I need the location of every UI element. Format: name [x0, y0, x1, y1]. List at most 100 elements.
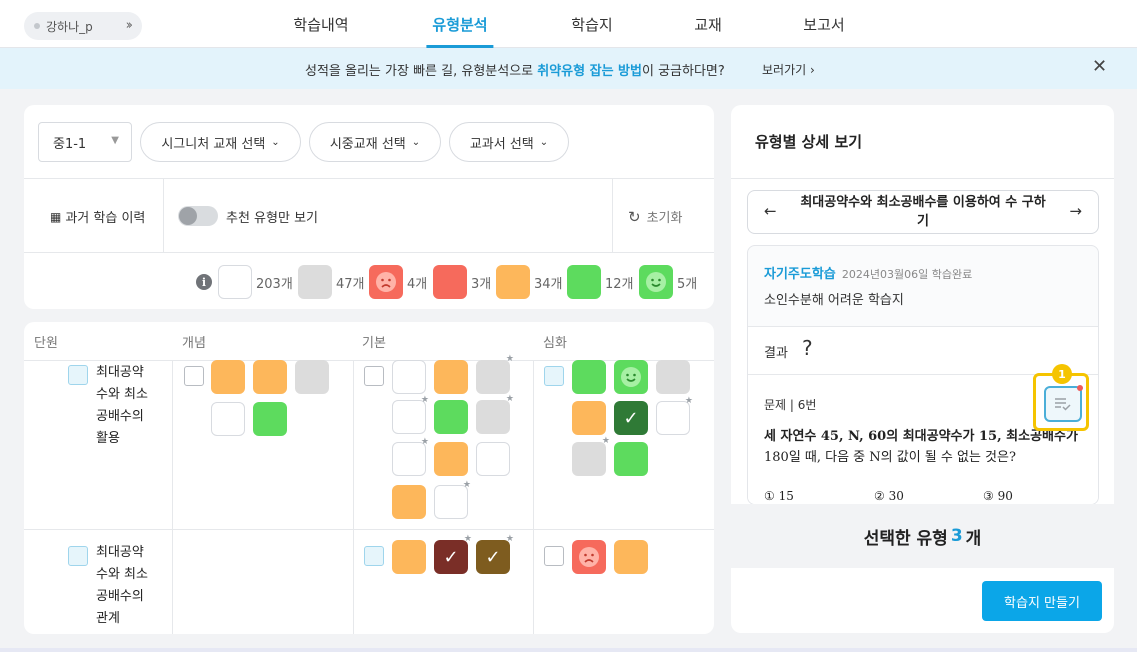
close-icon[interactable]: ✕: [1092, 56, 1107, 77]
unit-checkbox[interactable]: [68, 365, 88, 385]
type-cell[interactable]: [614, 442, 648, 476]
legend-sad-swatch: [369, 265, 403, 299]
star-icon: ★: [420, 395, 429, 405]
type-cell[interactable]: [614, 360, 648, 394]
advanced-checkbox[interactable]: [544, 546, 564, 566]
info-icon[interactable]: i: [196, 274, 212, 290]
tab-learning-history[interactable]: 학습내역: [293, 0, 348, 48]
problem-text: 세 자연수 45, N, 60의 최대공약수가 15, 최소공배수가: [764, 429, 1078, 444]
type-cell[interactable]: [392, 540, 426, 574]
type-cell[interactable]: [476, 442, 510, 476]
tab-worksheet[interactable]: 학습지: [571, 0, 612, 48]
advanced-checkbox[interactable]: [544, 366, 564, 386]
calendar-icon: ▦: [50, 209, 62, 224]
type-cell[interactable]: [572, 401, 606, 435]
grade-select[interactable]: 중1-1 ▼: [38, 122, 132, 162]
type-cell[interactable]: ★: [392, 437, 429, 476]
type-cell[interactable]: [434, 442, 468, 476]
basic-checkbox[interactable]: [364, 366, 384, 386]
problem-label: 문제 | 6번: [764, 398, 817, 412]
basic-checkbox[interactable]: [364, 546, 384, 566]
type-cell[interactable]: [656, 360, 690, 394]
type-grid-table: 단원 개념 기본 심화 최대공약 수와 최소 공배수의 활용 ★ ★ ★ ★ ★ ✓ …: [24, 322, 714, 634]
type-cell-selected[interactable]: ✓: [614, 401, 648, 435]
unit-checkbox[interactable]: [68, 546, 88, 566]
past-history-button[interactable]: ▦ 과거 학습 이력: [50, 207, 145, 227]
answer-sheet-icon[interactable]: [1044, 385, 1083, 422]
divider: [163, 178, 164, 252]
promo-banner: 성적을 올리는 가장 빠른 길, 유형분석으로 취약유형 잡는 방법이 궁금하다…: [0, 48, 1137, 89]
type-cell[interactable]: [434, 360, 468, 394]
list-check-icon: [1055, 398, 1071, 411]
type-cell[interactable]: [211, 402, 245, 436]
star-icon: ★: [462, 480, 471, 490]
star-icon: ★: [684, 396, 693, 406]
divider: [24, 360, 714, 361]
divider: [612, 178, 613, 252]
type-cell[interactable]: [211, 360, 245, 394]
smile-face-icon: [621, 367, 641, 387]
legend-empty-swatch: [218, 265, 252, 299]
type-cell-selected[interactable]: ✓ ★: [434, 534, 472, 574]
banner-more-link[interactable]: 보러가기 ›: [762, 61, 815, 78]
legend-orange: 34개: [496, 265, 563, 299]
legend-gray: 47개: [298, 265, 365, 299]
arrow-right-icon[interactable]: →: [1069, 202, 1082, 221]
tab-textbook[interactable]: 교재: [694, 0, 722, 48]
selected-count: 3: [950, 526, 963, 546]
school-book-select[interactable]: 교과서 선택 ⌄: [449, 122, 569, 162]
legend-gray-swatch: [298, 265, 332, 299]
type-cell[interactable]: ★: [476, 354, 514, 394]
user-selector[interactable]: 강하나_p ››: [24, 12, 142, 40]
type-cell-selected[interactable]: ✓ ★: [476, 534, 514, 574]
recommend-toggle[interactable]: [178, 206, 218, 226]
type-cell[interactable]: [392, 360, 426, 394]
worksheet-name: 소인수분해 어려운 학습지: [764, 293, 904, 308]
unit-name: 최대공약 수와 최소 공배수의 활용: [96, 365, 148, 446]
check-icon: ✓: [443, 546, 459, 568]
type-cell[interactable]: [572, 360, 606, 394]
type-cell[interactable]: ★: [392, 395, 429, 434]
column-header-unit: 단원: [34, 336, 58, 351]
double-chevron-right-icon: ››: [125, 18, 134, 33]
type-cell[interactable]: [614, 540, 648, 574]
record-source: 자기주도학습: [764, 267, 836, 282]
divider: [533, 360, 534, 634]
type-cell[interactable]: ★: [656, 396, 693, 435]
record-date: 2024년03월06일 학습완료: [841, 268, 973, 281]
type-cell[interactable]: ★: [476, 394, 514, 434]
type-cell[interactable]: [434, 400, 468, 434]
type-cell[interactable]: [295, 360, 329, 394]
legend-sad: 4개: [369, 265, 427, 299]
type-cell[interactable]: [253, 402, 287, 436]
tab-type-analysis[interactable]: 유형분석: [426, 0, 494, 48]
sad-face-icon: [376, 272, 396, 292]
tab-report[interactable]: 보고서: [803, 0, 844, 48]
step-badge: 1: [1052, 364, 1072, 384]
type-cell[interactable]: ★: [572, 436, 610, 476]
type-name: 최대공약수와 최소공배수를 이용하여 수 구하 기: [800, 195, 1046, 229]
type-detail-panel: 유형별 상세 보기 ← 최대공약수와 최소공배수를 이용하여 수 구하 기 → 자…: [731, 105, 1114, 633]
caret-down-icon: ▼: [111, 135, 119, 146]
result-row: 결과 ?: [748, 327, 1098, 374]
type-cell[interactable]: [572, 540, 606, 574]
divider: [24, 252, 714, 253]
make-worksheet-button[interactable]: 학습지 만들기: [982, 581, 1102, 621]
filter-panel: 중1-1 ▼ 시그니처 교재 선택 ⌄ 시중교재 선택 ⌄ 교과서 선택 ⌄ ▦ 과거 …: [24, 105, 714, 309]
legend-green: 12개: [567, 265, 634, 299]
arrow-left-icon[interactable]: ←: [764, 202, 777, 221]
type-cell[interactable]: [253, 360, 287, 394]
signature-book-select[interactable]: 시그니처 교재 선택 ⌄: [140, 122, 301, 162]
divider: [353, 360, 354, 634]
banner-highlight: 취약유형 잡는 방법: [537, 64, 642, 79]
column-header-advanced: 심화: [543, 336, 567, 351]
type-cell[interactable]: ★: [434, 480, 471, 519]
legend-smile: 5개: [639, 265, 697, 299]
type-cell[interactable]: [392, 485, 426, 519]
market-book-select[interactable]: 시중교재 선택 ⌄: [309, 122, 441, 162]
concept-checkbox[interactable]: [184, 366, 204, 386]
column-header-concept: 개념: [182, 336, 206, 351]
chevron-down-icon: ⌄: [411, 136, 421, 148]
reset-button[interactable]: ↻ 초기화: [628, 207, 682, 227]
divider: [731, 178, 1114, 179]
